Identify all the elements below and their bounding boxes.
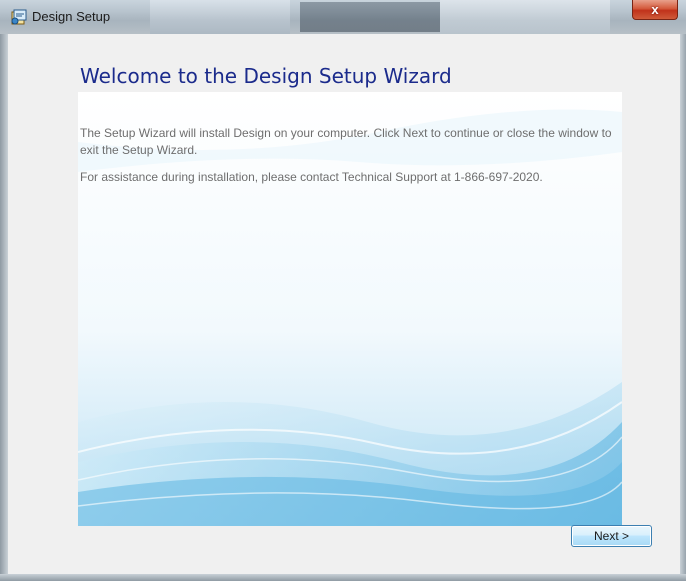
setup-installer-icon	[10, 8, 28, 26]
window-frame-right	[680, 34, 686, 581]
window-title: Design Setup	[32, 9, 111, 24]
wizard-support-text: For assistance during installation, plea…	[80, 170, 543, 184]
close-icon: x	[651, 2, 659, 17]
wizard-intro-text: The Setup Wizard will install Design on …	[80, 126, 612, 157]
close-button[interactable]: x	[632, 0, 678, 20]
window-frame-bottom	[0, 574, 686, 581]
setup-window: Design Setup x Welcome to the Design Set…	[0, 0, 686, 581]
window-frame-left	[0, 34, 8, 581]
title-bar[interactable]: Design Setup x	[0, 0, 686, 35]
next-button[interactable]: Next >	[571, 525, 652, 547]
wizard-heading: Welcome to the Design Setup Wizard	[80, 64, 452, 88]
